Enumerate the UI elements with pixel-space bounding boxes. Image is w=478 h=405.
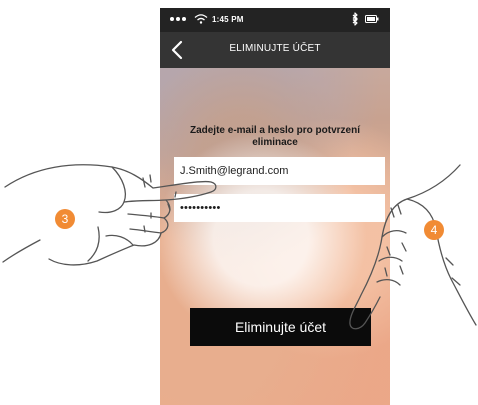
page-title: ELIMINUJTE ÚČET <box>229 43 321 54</box>
step-4-badge: 4 <box>424 220 444 240</box>
tutorial-screenshot: 1:45 PM ELIMINUJTE ÚČET Zadejte e-mail a… <box>0 0 478 405</box>
status-time: 1:45 PM <box>212 15 244 24</box>
pointing-hand-right-illustration <box>349 164 477 330</box>
signal-dots-icon <box>170 16 192 22</box>
bluetooth-icon <box>352 12 358 26</box>
navigation-bar: ELIMINUJTE ÚČET <box>160 32 390 68</box>
status-bar: 1:45 PM <box>160 8 390 32</box>
form-instruction: Zadejte e-mail a heslo pro potvrzení eli… <box>189 125 361 148</box>
wifi-icon <box>194 14 208 24</box>
pointing-hand-left-illustration <box>2 164 217 266</box>
step-3-badge: 3 <box>55 209 75 229</box>
chevron-left-icon <box>171 40 183 60</box>
battery-icon <box>365 15 379 23</box>
